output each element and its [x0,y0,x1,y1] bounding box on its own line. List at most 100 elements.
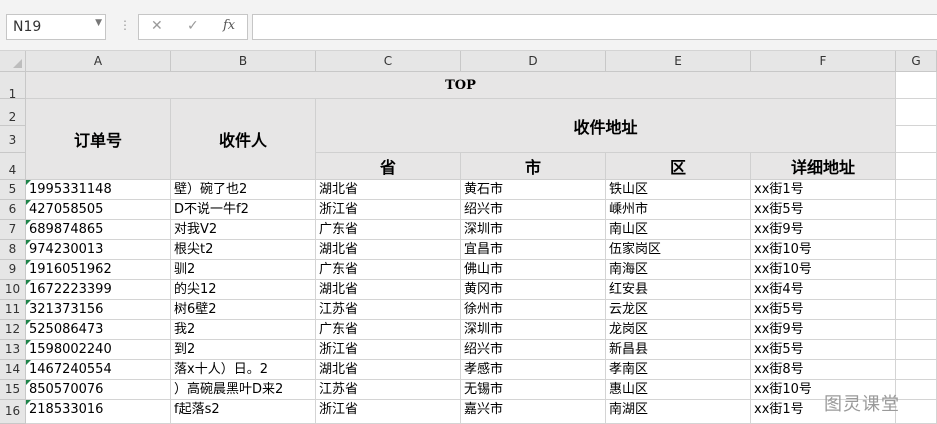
cell-district[interactable]: 红安县 [606,280,751,300]
cell-order[interactable]: 1995331148 [26,180,171,200]
header-city[interactable]: 市 [461,153,606,180]
insert-function-icon[interactable]: fx [223,18,235,33]
cell-city[interactable]: 宜昌市 [461,240,606,260]
cell-city[interactable]: 佛山市 [461,260,606,280]
row-header-16[interactable]: 16 [0,400,26,424]
cell-order[interactable]: 218533016 [26,400,171,424]
cell-name[interactable]: D不说一牛f2 [171,200,316,220]
cell-g[interactable] [896,240,937,260]
cell-district[interactable]: 伍家岗区 [606,240,751,260]
column-header-g[interactable]: G [896,51,937,72]
cell-g[interactable] [896,300,937,320]
cell-g[interactable] [896,380,937,400]
cell-province[interactable]: 湖北省 [316,280,461,300]
header-address[interactable]: 收件地址 [316,99,896,153]
row-header-6[interactable]: 6 [0,200,26,220]
cell-g[interactable] [896,360,937,380]
cell-name[interactable]: 落x十人）日。2 [171,360,316,380]
cell-name[interactable]: ）高碗晨黑叶D来2 [171,380,316,400]
column-header-a[interactable]: A [26,51,171,72]
cell-order[interactable]: 525086473 [26,320,171,340]
header-recipient[interactable]: 收件人 [171,99,316,180]
column-header-d[interactable]: D [461,51,606,72]
header-district[interactable]: 区 [606,153,751,180]
cell-g[interactable] [896,400,937,424]
cell-g[interactable] [896,340,937,360]
cancel-icon[interactable]: ✕ [151,18,163,34]
title-cell[interactable]: TOP [26,72,896,99]
cell-g[interactable] [896,180,937,200]
cell-order[interactable]: 1467240554 [26,360,171,380]
cell-name[interactable]: 根尖t2 [171,240,316,260]
row-header-12[interactable]: 12 [0,320,26,340]
cell-order[interactable]: 974230013 [26,240,171,260]
row-header-7[interactable]: 7 [0,220,26,240]
cell-g[interactable] [896,260,937,280]
row-header-14[interactable]: 14 [0,360,26,380]
cell-province[interactable]: 广东省 [316,320,461,340]
cell-district[interactable]: 南湖区 [606,400,751,424]
column-header-e[interactable]: E [606,51,751,72]
cell-g4[interactable] [896,153,937,180]
cell-name[interactable]: 壁）碗了也2 [171,180,316,200]
cell-district[interactable]: 南海区 [606,260,751,280]
cell-city[interactable]: 深圳市 [461,320,606,340]
cell-name[interactable]: 树6壁2 [171,300,316,320]
cell-province[interactable]: 湖北省 [316,360,461,380]
row-header-13[interactable]: 13 [0,340,26,360]
cell-detail[interactable]: xx街1号 [751,180,896,200]
cell-name[interactable]: 对我V2 [171,220,316,240]
cell-detail[interactable]: xx街4号 [751,280,896,300]
row-header-3[interactable]: 3 [0,126,26,153]
select-all-button[interactable] [0,51,26,72]
cell-district[interactable]: 孝南区 [606,360,751,380]
column-header-f[interactable]: F [751,51,896,72]
cell-city[interactable]: 黄冈市 [461,280,606,300]
row-header-11[interactable]: 11 [0,300,26,320]
row-header-15[interactable]: 15 [0,380,26,400]
cell-detail[interactable]: xx街5号 [751,300,896,320]
cell-name[interactable]: 我2 [171,320,316,340]
cell-province[interactable]: 湖北省 [316,240,461,260]
cell-name[interactable]: 到2 [171,340,316,360]
cell-detail[interactable]: xx街10号 [751,240,896,260]
cell-city[interactable]: 徐州市 [461,300,606,320]
cell-province[interactable]: 广东省 [316,260,461,280]
cell-district[interactable]: 南山区 [606,220,751,240]
cell-district[interactable]: 惠山区 [606,380,751,400]
cell-order[interactable]: 1916051962 [26,260,171,280]
row-header-9[interactable]: 9 [0,260,26,280]
name-box[interactable]: N19 ▼ [6,14,106,40]
cell-order[interactable]: 427058505 [26,200,171,220]
cell-city[interactable]: 黄石市 [461,180,606,200]
row-header-10[interactable]: 10 [0,280,26,300]
cell-name[interactable]: 的尖12 [171,280,316,300]
formula-input[interactable] [252,14,937,40]
row-header-1[interactable]: 1 [0,72,26,101]
cell-city[interactable]: 无锡市 [461,380,606,400]
more-options-icon[interactable]: ⋮ [119,18,131,32]
cell-name[interactable]: f起落s2 [171,400,316,424]
cell-city[interactable]: 嘉兴市 [461,400,606,424]
cell-g1[interactable] [896,72,937,99]
column-header-c[interactable]: C [316,51,461,72]
column-header-b[interactable]: B [171,51,316,72]
cell-detail[interactable]: xx街9号 [751,220,896,240]
cell-district[interactable]: 龙岗区 [606,320,751,340]
cell-city[interactable]: 绍兴市 [461,200,606,220]
cell-province[interactable]: 广东省 [316,220,461,240]
cell-province[interactable]: 江苏省 [316,300,461,320]
cell-province[interactable]: 浙江省 [316,400,461,424]
cell-g[interactable] [896,200,937,220]
cell-order[interactable]: 689874865 [26,220,171,240]
chevron-down-icon[interactable]: ▼ [95,18,102,28]
header-order-no[interactable]: 订单号 [26,99,171,180]
cell-g[interactable] [896,280,937,300]
cell-city[interactable]: 绍兴市 [461,340,606,360]
row-header-4[interactable]: 4 [0,153,26,180]
cell-province[interactable]: 浙江省 [316,200,461,220]
cell-order[interactable]: 850570076 [26,380,171,400]
cell-detail[interactable]: xx街5号 [751,340,896,360]
cell-order[interactable]: 1672223399 [26,280,171,300]
row-header-5[interactable]: 5 [0,180,26,200]
